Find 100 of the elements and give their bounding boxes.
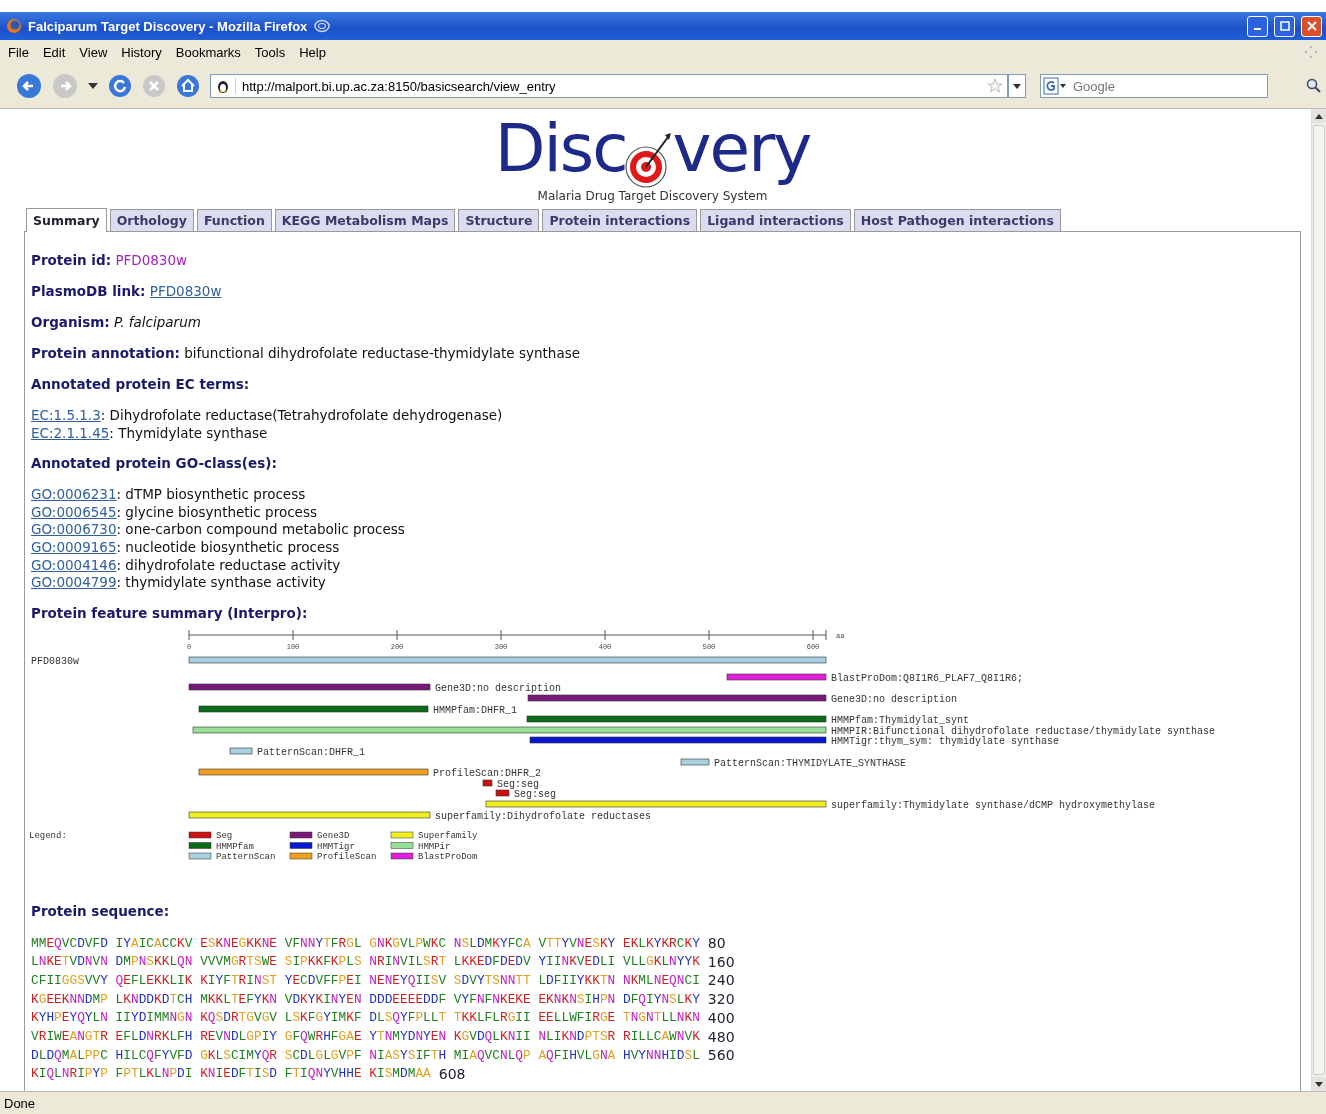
legend-label: Seg bbox=[216, 830, 233, 841]
residue-count: 480 bbox=[707, 1028, 735, 1045]
sequence-line: KYHPEYQYLN IIYDIMMNGN KQSDRTGVGV LSKFGYIMKF DLSQYFPLLT TKKLFLRGII EELLWFIRGE TNGNTLLNKN bbox=[31, 1010, 700, 1026]
logo-text: very bbox=[672, 109, 811, 189]
legend-label: Superfamily bbox=[418, 830, 478, 841]
residue-count: 160 bbox=[707, 953, 735, 970]
close-icon bbox=[1306, 21, 1317, 31]
section-heading: Protein feature summary (Interpro): bbox=[31, 604, 309, 623]
feature-label: superfamily:Dihydrofolate reductases bbox=[435, 810, 652, 822]
section-heading: Protein sequence: bbox=[31, 902, 171, 921]
sequence-line: KGEEKNNDMP LKNDDKDTCH MKKLTEFYKN VDKYKINYEN DDDEEEEDDF VYFNFNKEKE EKNKNSIHPN DFQIYNSLKY bbox=[31, 991, 700, 1007]
tab[interactable]: Function bbox=[196, 209, 272, 231]
feature-label: Gene3D:no description bbox=[831, 693, 958, 705]
residue-count: 560 bbox=[707, 1047, 735, 1064]
plasmodb-link[interactable]: PFD0830w bbox=[149, 283, 222, 299]
tab[interactable]: Structure bbox=[458, 209, 540, 231]
feature-label: HMMPfam:DHFR_1 bbox=[433, 704, 517, 716]
tab[interactable]: Summary bbox=[26, 208, 107, 232]
term-description: : Thymidylate synthase bbox=[109, 424, 268, 441]
address-field[interactable]: http://malport.bi.up.ac.za:8150/basicsearch/view_entry bbox=[210, 74, 1008, 98]
window-title: Falciparum Target Discovery - Mozilla Firefox bbox=[28, 18, 308, 34]
residue-count: 400 bbox=[707, 1009, 735, 1026]
feature-label: superfamily:Thymidylate synthase/dCMP hydroxymethylase bbox=[831, 799, 1156, 811]
home-icon[interactable] bbox=[176, 74, 200, 98]
go-link[interactable]: GO:0009165 bbox=[31, 538, 117, 555]
logo-subtitle: Malaria Drug Target Discovery System bbox=[537, 189, 768, 204]
tab[interactable]: Ligand interactions bbox=[700, 209, 851, 231]
section-heading: Annotated protein GO-class(es): bbox=[31, 455, 278, 474]
feature-label: ProfileScan:DHFR_2 bbox=[433, 767, 542, 779]
logo-text: Disc bbox=[494, 109, 627, 189]
term-description: : thymidylate synthase activity bbox=[116, 574, 326, 591]
protein-label: PFD0830w bbox=[31, 655, 79, 667]
term-description: : nucleotide biosynthetic process bbox=[116, 538, 340, 555]
feature-label: PatternScan:DHFR_1 bbox=[257, 746, 366, 758]
term-description: : glycine biosynthetic process bbox=[116, 503, 317, 520]
legend-label: ProfileScan bbox=[317, 851, 377, 862]
field-label: Protein annotation: bbox=[31, 345, 180, 361]
residue-count: 80 bbox=[707, 935, 726, 952]
sequence-line: DLDQMALPPC HILCQFYVFD GKLSCIMYQR SCDLGLGVPF NIASYSIFTH MIAQVCNLQP AQFIHVLGNA HVYNNHIDSL bbox=[31, 1047, 700, 1063]
menu-item[interactable]: Help bbox=[299, 44, 326, 60]
sequence-line: VRIWEANGTR EFLDNRKLFH REVNDLGPIY GFQWRHFGAE YTNMYDNYEN KGVDQLKNII NLIKNDPTSR RILLCAWNVK bbox=[31, 1029, 700, 1045]
go-link[interactable]: GO:0004146 bbox=[31, 556, 117, 573]
reload-icon[interactable] bbox=[108, 74, 132, 98]
term-description: : dihydrofolate reductase activity bbox=[116, 556, 341, 573]
history-dropdown[interactable] bbox=[1008, 74, 1026, 98]
residue-count: 320 bbox=[707, 991, 735, 1008]
back-icon[interactable] bbox=[16, 73, 42, 99]
scrollbar[interactable] bbox=[1311, 109, 1326, 1091]
ec-link[interactable]: EC:2.1.1.45 bbox=[31, 424, 110, 441]
menu-item[interactable]: Bookmarks bbox=[175, 44, 241, 60]
scroll-up-icon[interactable] bbox=[1315, 113, 1323, 119]
sequence-line: LNKETVDNVN DMPNSKKLQN VVVMGRTSWE SIPKKFKPLS NRINVILSRT LKKEDFDEDV YIINKVEDLI VLLGKLNYYK bbox=[31, 954, 700, 970]
scroll-down-icon[interactable] bbox=[1315, 1081, 1323, 1087]
close-button[interactable] bbox=[1301, 15, 1322, 37]
firefox-icon bbox=[6, 18, 22, 34]
go-link[interactable]: GO:0006730 bbox=[31, 521, 117, 538]
field-value: PFD0830w bbox=[115, 252, 188, 268]
legend-label: Gene3D bbox=[317, 830, 350, 841]
menu-item[interactable]: Tools bbox=[254, 44, 286, 60]
residue-count: 240 bbox=[707, 972, 735, 989]
spiral-icon bbox=[313, 19, 332, 33]
maximize-button[interactable] bbox=[1274, 15, 1295, 37]
throbber-icon bbox=[1304, 45, 1318, 59]
star-icon[interactable] bbox=[987, 78, 1003, 94]
penguin-icon bbox=[215, 78, 236, 94]
feature-label: Gene3D:no description bbox=[435, 682, 562, 694]
field-value: P. falciparum bbox=[113, 314, 201, 330]
dropdown-icon[interactable] bbox=[88, 83, 98, 89]
feature-label: PatternScan:THYMIDYLATE_SYNTHASE bbox=[714, 757, 907, 769]
tab[interactable]: KEGG Metabolism Maps bbox=[274, 209, 456, 231]
feature-label: BlastProDom:Q8I1R6_PLAF7_Q8I1R6; bbox=[831, 672, 1024, 684]
search-icon[interactable] bbox=[1306, 78, 1322, 94]
feature-label: Seg:seg bbox=[514, 788, 556, 800]
menu-item[interactable]: View bbox=[79, 44, 108, 60]
go-link[interactable]: GO:0006231 bbox=[31, 486, 117, 503]
tab[interactable]: Protein interactions bbox=[542, 209, 698, 231]
minimize-icon bbox=[1254, 28, 1261, 30]
legend-label: HMMTigr bbox=[317, 841, 355, 852]
minimize-button[interactable] bbox=[1247, 15, 1268, 37]
go-link[interactable]: GO:0006545 bbox=[31, 503, 117, 520]
legend-label: PatternScan bbox=[216, 851, 276, 862]
status-text: Done bbox=[4, 1095, 36, 1111]
menu-item[interactable]: History bbox=[121, 44, 162, 60]
legend-label: HMMPir bbox=[418, 841, 451, 852]
term-description: : dTMP biosynthetic process bbox=[116, 486, 306, 503]
feature-label: HMMPfam:Thymidylat_synt bbox=[831, 714, 970, 726]
field-label: Protein id: bbox=[31, 252, 112, 268]
legend-label: HMMPfam bbox=[216, 841, 254, 852]
go-link[interactable]: GO:0004799 bbox=[31, 574, 117, 591]
field-label: PlasmoDB link: bbox=[31, 283, 146, 299]
menu-item[interactable]: File bbox=[8, 44, 29, 60]
tab[interactable]: Host Pathogen interactions bbox=[853, 209, 1061, 231]
field-value: bifunctional dihydrofolate reductase-thymidylate synthase bbox=[184, 345, 580, 361]
menu-item[interactable]: Edit bbox=[42, 44, 66, 60]
field-label: Organism: bbox=[31, 314, 110, 330]
tab[interactable]: Orthology bbox=[109, 209, 194, 231]
feature-label: HMMPIR:Bifunctional dihydrofolate reductase/thymidylate synthase bbox=[831, 725, 1216, 737]
ec-link[interactable]: EC:1.5.1.3 bbox=[31, 407, 101, 423]
caret-icon bbox=[1013, 83, 1021, 89]
legend-title: Legend: bbox=[29, 830, 67, 841]
